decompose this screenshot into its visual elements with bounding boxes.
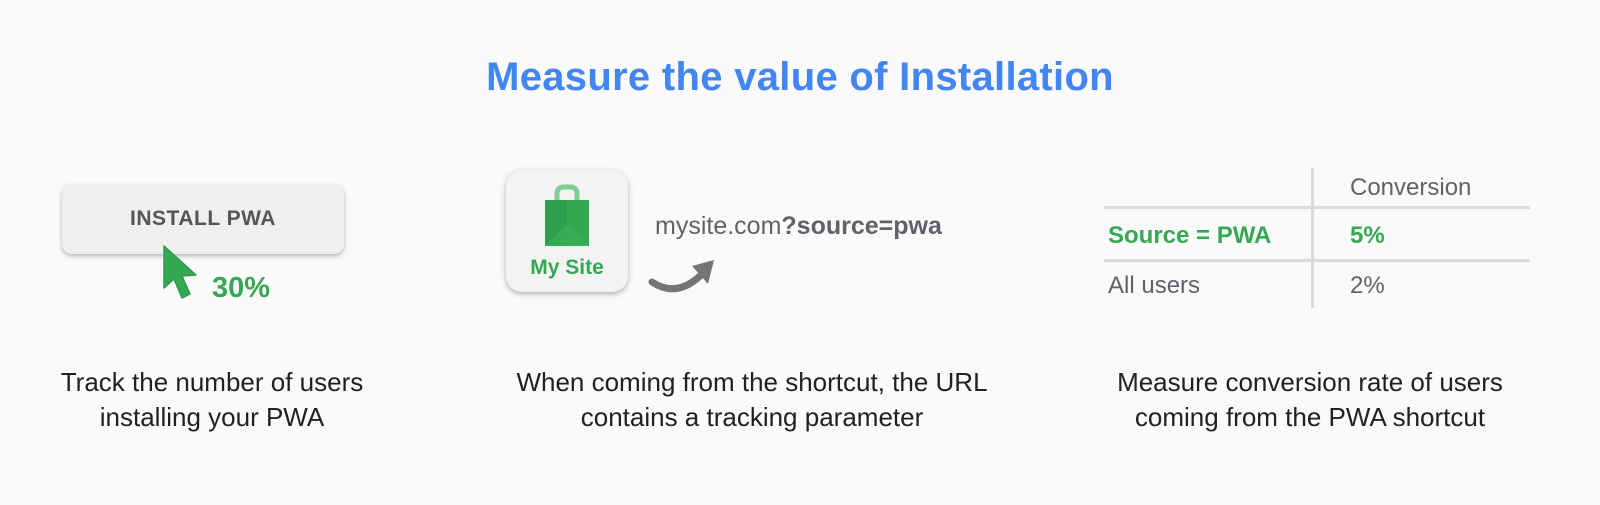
table-header-divider — [1104, 206, 1530, 209]
tracking-url: mysite.com?source=pwa — [655, 212, 942, 241]
caption-line: When coming from the shortcut, the URL — [516, 367, 988, 397]
shopping-bag-icon — [545, 184, 589, 246]
install-percentage: 30% — [212, 272, 271, 304]
table-row-value: 2% — [1350, 272, 1385, 299]
url-domain: mysite.com — [655, 212, 782, 240]
table-row-value: 5% — [1350, 222, 1385, 249]
caption-line: Track the number of users — [60, 367, 364, 397]
install-pwa-button[interactable]: INSTALL PWA — [62, 184, 344, 254]
caption-track-installs: Track the number of users installing you… — [12, 365, 412, 435]
page-title: Measure the value of Installation — [486, 55, 1114, 99]
table-row-label: Source = PWA — [1108, 222, 1272, 249]
curved-arrow-icon — [648, 260, 714, 293]
table-header-conversion: Conversion — [1350, 174, 1472, 201]
table-row-label: All users — [1108, 272, 1201, 299]
caption-line: coming from the PWA shortcut — [1134, 402, 1486, 432]
cursor-pointer-icon — [163, 245, 197, 299]
table-vertical-divider — [1311, 168, 1314, 308]
caption-line: contains a tracking parameter — [580, 402, 924, 432]
caption-tracking-parameter: When coming from the shortcut, the URL c… — [462, 365, 1042, 435]
app-label: My Site — [530, 256, 604, 279]
my-site-app-icon[interactable]: My Site — [506, 170, 628, 292]
table-row-divider — [1104, 259, 1530, 262]
caption-conversion-rate: Measure conversion rate of users coming … — [1070, 365, 1550, 435]
url-parameter: ?source=pwa — [781, 212, 942, 240]
caption-line: Measure conversion rate of users — [1117, 367, 1503, 397]
caption-line: installing your PWA — [99, 402, 325, 432]
